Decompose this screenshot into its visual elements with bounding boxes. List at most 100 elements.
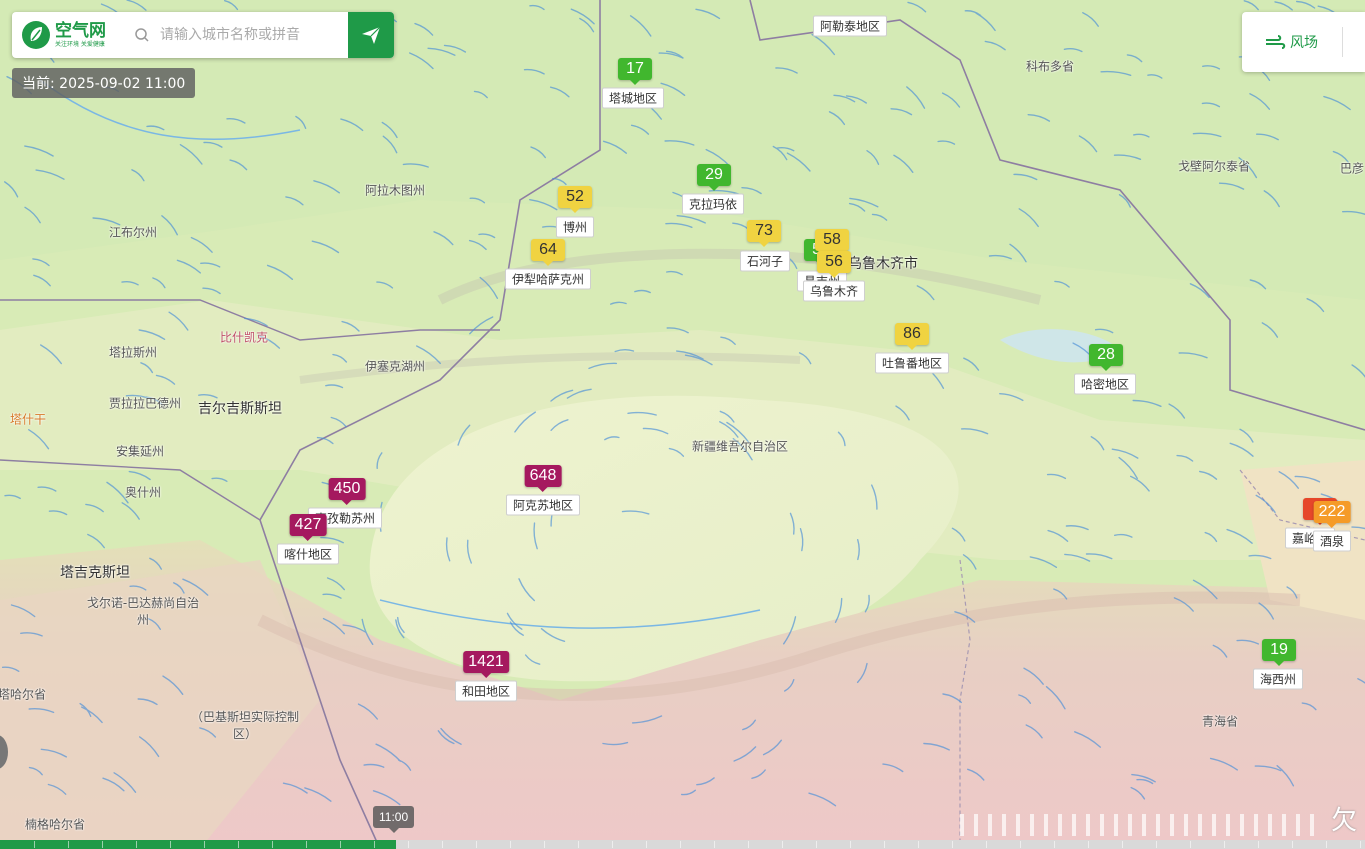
station-name-label[interactable]: 吐鲁番地区 bbox=[874, 352, 950, 374]
station-name-label[interactable]: 哈密地区 bbox=[1073, 373, 1137, 395]
logo-text: 空气网 关注环境 关爱健康 bbox=[55, 22, 106, 49]
aqi-marker[interactable]: 1421 bbox=[463, 651, 509, 678]
timeline-bar[interactable] bbox=[0, 840, 1365, 849]
control-bar bbox=[1058, 814, 1062, 836]
station-name-label[interactable]: 喀什地区 bbox=[276, 543, 340, 565]
aqi-marker[interactable]: 17 bbox=[618, 58, 652, 85]
wind-field-toggle[interactable]: 风场 bbox=[1242, 12, 1365, 72]
aqi-marker[interactable]: 450 bbox=[328, 478, 366, 505]
aqi-marker[interactable]: 427 bbox=[289, 514, 327, 541]
timeline-tick bbox=[850, 841, 851, 848]
control-bar bbox=[1226, 814, 1230, 836]
city-search-input[interactable] bbox=[158, 26, 342, 44]
timeline-tick bbox=[272, 841, 273, 848]
control-bar bbox=[1128, 814, 1132, 836]
control-bar bbox=[1310, 814, 1314, 836]
aqi-marker[interactable]: 56 bbox=[817, 251, 851, 278]
control-bar bbox=[960, 814, 964, 836]
control-bar bbox=[1254, 814, 1258, 836]
station-name-label[interactable]: 石河子 bbox=[739, 250, 791, 272]
place-label: 贾拉拉巴德州 bbox=[108, 396, 182, 411]
place-label: （巴基斯坦实际控制区） bbox=[190, 710, 299, 741]
timeline-tick bbox=[986, 841, 987, 848]
aqi-marker[interactable]: 29 bbox=[697, 164, 731, 191]
place-label: 戈尔诺-巴达赫尚自治州 bbox=[86, 596, 200, 627]
timeline-tick bbox=[1292, 841, 1293, 848]
aqi-marker[interactable]: 52 bbox=[558, 186, 592, 213]
search-submit-button[interactable] bbox=[348, 12, 394, 58]
control-bar bbox=[1030, 814, 1034, 836]
place-label: 巴彦 bbox=[1339, 161, 1365, 176]
control-bar bbox=[1072, 814, 1076, 836]
control-bar bbox=[1142, 814, 1146, 836]
current-time-badge: 当前: 2025-09-02 11:00 bbox=[12, 68, 196, 98]
timeline-tick bbox=[714, 841, 715, 848]
playback-controls bbox=[960, 806, 1340, 836]
leaf-logo-icon bbox=[22, 21, 50, 49]
aqi-marker[interactable]: 28 bbox=[1089, 344, 1123, 371]
place-label: 楠格哈尔省 bbox=[24, 817, 86, 832]
timeline-tick bbox=[1122, 841, 1123, 848]
timeline-tick bbox=[748, 841, 749, 848]
timeline-tick bbox=[578, 841, 579, 848]
station-name-label[interactable]: 博州 bbox=[555, 216, 595, 238]
station-name-label[interactable]: 阿克苏地区 bbox=[505, 494, 581, 516]
place-label: 戈壁阿尔泰省 bbox=[1177, 159, 1251, 174]
aqi-marker[interactable]: 64 bbox=[531, 239, 565, 266]
timeline-tick bbox=[238, 841, 239, 848]
aqi-marker[interactable]: 73 bbox=[747, 220, 781, 247]
station-name-label[interactable]: 乌鲁木齐 bbox=[802, 280, 866, 302]
timeline-tick bbox=[544, 841, 545, 848]
place-label: 塔什干 bbox=[9, 412, 47, 427]
timeline-tick bbox=[1190, 841, 1191, 848]
place-label: 比什凯克 bbox=[219, 330, 269, 345]
timeline-tick bbox=[102, 841, 103, 848]
wind-field-label: 风场 bbox=[1290, 35, 1318, 51]
place-label: 塔拉斯州 bbox=[108, 345, 158, 360]
timeline-tick bbox=[170, 841, 171, 848]
station-name-label[interactable]: 酒泉 bbox=[1312, 530, 1352, 552]
timeline-tick bbox=[204, 841, 205, 848]
control-bar bbox=[1016, 814, 1020, 836]
corner-glyph[interactable]: 欠 bbox=[1331, 800, 1357, 837]
timeline-tick bbox=[476, 841, 477, 848]
timeline-tick bbox=[1224, 841, 1225, 848]
timeline-tick bbox=[340, 841, 341, 848]
toolbar-divider bbox=[1342, 27, 1343, 57]
place-label: 阿拉木图州 bbox=[364, 183, 426, 198]
aqi-marker[interactable]: 58 bbox=[815, 229, 849, 256]
control-bar bbox=[1086, 814, 1090, 836]
station-name-label[interactable]: 塔城地区 bbox=[601, 87, 665, 109]
search-icon bbox=[135, 28, 149, 42]
timeline-tick bbox=[1326, 841, 1327, 848]
aqi-marker[interactable]: 86 bbox=[895, 323, 929, 350]
timeline-tick bbox=[136, 841, 137, 848]
control-bar bbox=[1184, 814, 1188, 836]
station-name-label[interactable]: 和田地区 bbox=[454, 680, 518, 702]
station-name-label[interactable]: 海西州 bbox=[1252, 668, 1304, 690]
timeline-tick bbox=[374, 841, 375, 848]
timeline-tick bbox=[408, 841, 409, 848]
station-name-label[interactable]: 伊犁哈萨克州 bbox=[504, 268, 592, 290]
control-bar bbox=[1044, 814, 1048, 836]
control-bar bbox=[1240, 814, 1244, 836]
aqi-marker[interactable]: 19 bbox=[1262, 639, 1296, 666]
timeline-tick bbox=[34, 841, 35, 848]
timeline-tick bbox=[782, 841, 783, 848]
control-bar bbox=[988, 814, 992, 836]
timeline-pointer[interactable]: 11:00 bbox=[373, 806, 415, 833]
control-bar bbox=[1002, 814, 1006, 836]
timeline-tick bbox=[510, 841, 511, 848]
station-name-label[interactable]: 克拉玛依 bbox=[681, 193, 745, 215]
timeline-tick bbox=[680, 841, 681, 848]
site-logo[interactable]: 空气网 关注环境 关爱健康 bbox=[12, 12, 116, 58]
aqi-marker[interactable]: 648 bbox=[524, 465, 562, 492]
timeline-tick bbox=[1258, 841, 1259, 848]
place-label: 伊塞克湖州 bbox=[364, 359, 426, 374]
place-label: 科布多省 bbox=[1025, 59, 1075, 74]
timeline-tick bbox=[918, 841, 919, 848]
place-label: 青海省 bbox=[1201, 714, 1239, 729]
aqi-marker[interactable]: 222 bbox=[1313, 501, 1351, 528]
timeline-tick bbox=[306, 841, 307, 848]
timeline-tick bbox=[646, 841, 647, 848]
